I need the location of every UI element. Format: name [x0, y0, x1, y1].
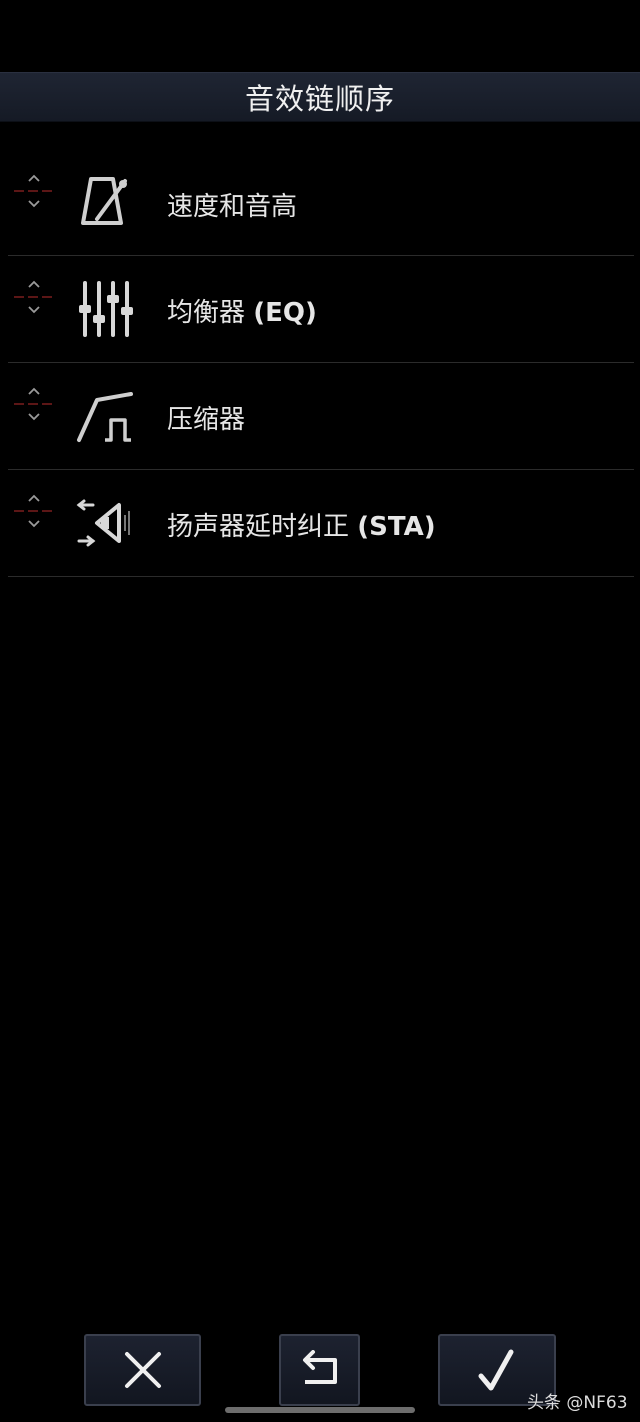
effect-chain-list: 速度和音高 均衡器 (EQ) 压缩器 扬声器延时纠正 (STA): [8, 150, 634, 577]
speaker-delay-icon: [70, 492, 140, 554]
checkmark-icon: [478, 1349, 514, 1391]
cancel-button[interactable]: [84, 1334, 201, 1406]
item-label: 速度和音高: [167, 192, 298, 222]
chevron-down-icon: [28, 200, 40, 208]
item-label: 扬声器延时纠正: [167, 512, 350, 542]
reorder-handle[interactable]: [14, 377, 54, 431]
item-label: 压缩器: [167, 405, 246, 435]
undo-button[interactable]: [279, 1334, 360, 1406]
watermark: 头条 @NF63: [527, 1393, 628, 1413]
item-label: 均衡器: [167, 298, 246, 328]
metronome-icon: [70, 172, 140, 234]
drag-line-icon: [14, 403, 54, 405]
list-item-tempo-pitch[interactable]: 速度和音高: [8, 150, 634, 256]
drag-line-icon: [14, 190, 54, 192]
drag-line-icon: [14, 510, 54, 512]
chevron-down-icon: [28, 520, 40, 528]
item-label-abbrev: (EQ): [253, 298, 317, 328]
drag-line-icon: [14, 296, 54, 298]
list-item-equalizer[interactable]: 均衡器 (EQ): [8, 256, 634, 363]
close-icon: [124, 1352, 161, 1388]
chevron-down-icon: [28, 413, 40, 421]
reorder-handle[interactable]: [14, 484, 54, 538]
reorder-handle[interactable]: [14, 164, 54, 218]
status-bar-area: [0, 0, 640, 72]
chevron-up-icon: [28, 280, 40, 288]
title-bar: 音效链顺序: [0, 72, 640, 122]
chevron-up-icon: [28, 174, 40, 182]
reorder-handle[interactable]: [14, 270, 54, 324]
item-label-abbrev: (STA): [357, 512, 436, 542]
chevron-up-icon: [28, 494, 40, 502]
equalizer-sliders-icon: [70, 278, 140, 340]
chevron-down-icon: [28, 306, 40, 314]
home-indicator[interactable]: [225, 1407, 415, 1413]
list-item-compressor[interactable]: 压缩器: [8, 363, 634, 470]
compressor-curve-icon: [70, 385, 140, 447]
list-item-speaker-delay[interactable]: 扬声器延时纠正 (STA): [8, 470, 634, 577]
page-title: 音效链顺序: [244, 82, 395, 116]
undo-icon: [302, 1350, 337, 1384]
chevron-up-icon: [28, 387, 40, 395]
